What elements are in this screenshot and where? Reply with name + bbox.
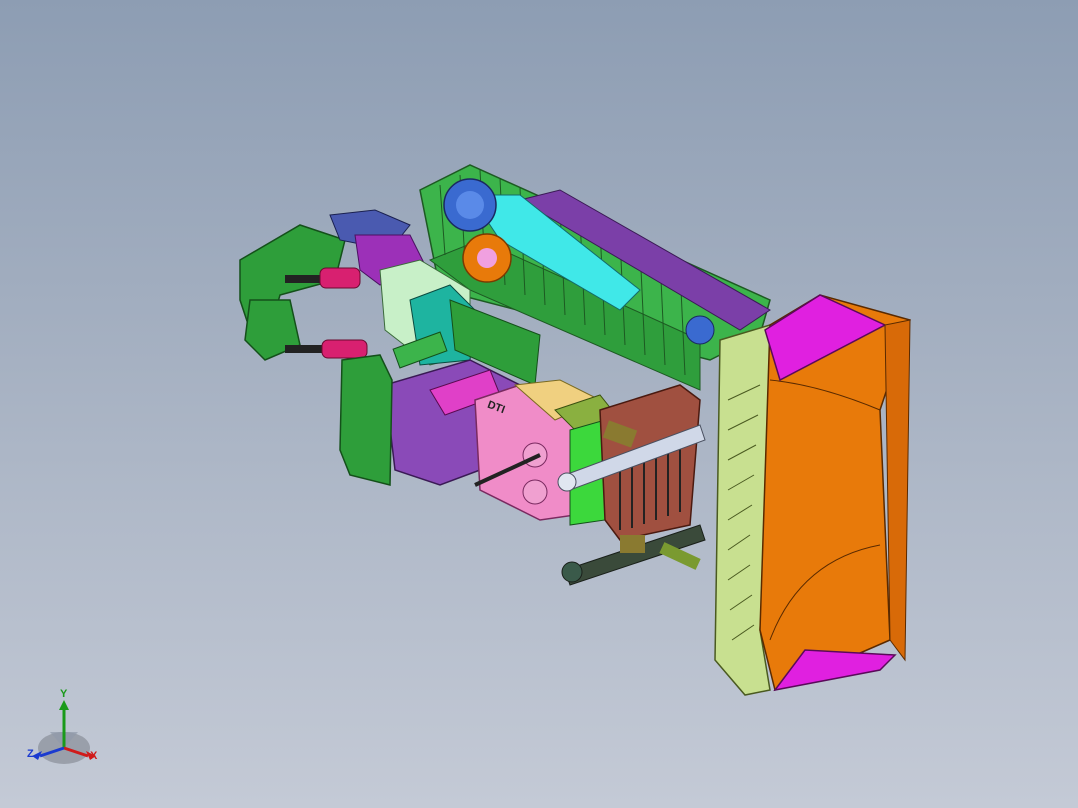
triad-z-label: Z [27,748,34,760]
triad-x-label: X [90,750,98,762]
cad-viewport[interactable]: DTI Y Z X [0,0,1078,808]
coordinate-triad[interactable]: Y Z X [22,688,112,770]
coordinate-triad-icon [32,700,96,764]
bulldozer-3d-model[interactable]: DTI [0,0,1078,808]
triad-y-label: Y [60,688,68,700]
dozer-blade[interactable] [714,294,911,696]
engine-block[interactable]: DTI [474,379,621,526]
